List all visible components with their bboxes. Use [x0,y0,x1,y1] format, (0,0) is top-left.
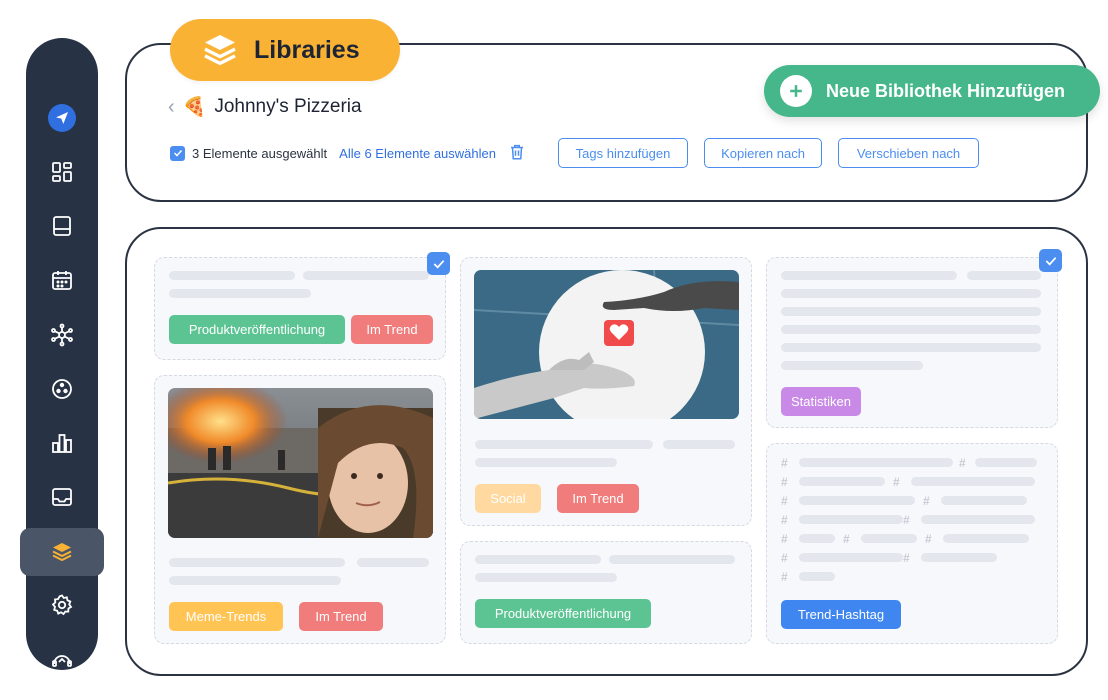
chevron-left-icon[interactable]: ‹ [168,96,175,119]
engage-icon[interactable] [26,369,98,409]
library-item-card[interactable]: Meme-Trends Im Trend [154,375,446,644]
move-to-button[interactable]: Verschieben nach [838,138,979,168]
add-library-button[interactable]: Neue Bibliothek Hinzufügen [764,65,1100,117]
settings-icon[interactable] [26,585,98,625]
meme-image [168,388,433,538]
library-name: Johnny's Pizzeria [214,96,362,117]
analytics-icon[interactable] [26,423,98,463]
libraries-title-pill: Libraries [170,19,400,81]
libraries-icon[interactable] [20,528,104,576]
tag-meme-trends: Meme-Trends [169,602,283,631]
tag-product-release: Produktveröffentlichung [475,599,651,628]
tag-product-release: Produktveröffentlichung [169,315,345,344]
tag-statistics: Statistiken [781,387,861,416]
network-icon[interactable] [26,315,98,355]
copy-to-button[interactable]: Kopieren nach [704,138,822,168]
item-selected-checkbox[interactable] [427,252,450,275]
add-tags-button[interactable]: Tags hinzufügen [558,138,688,168]
select-checkbox[interactable] [170,145,185,161]
calendar-icon[interactable] [26,260,98,300]
sidebar [20,38,104,670]
tag-trending: Im Trend [351,315,433,344]
dashboard-icon[interactable] [26,152,98,192]
library-item-card[interactable]: Produktveröffentlichung [460,541,752,644]
item-selected-checkbox[interactable] [1039,249,1062,272]
selection-count: 3 Elemente ausgewählt [192,145,328,161]
tag-social: Social [475,484,541,513]
tag-trend-hashtag: Trend-Hashtag [781,600,901,629]
selection-toolbar: 3 Elemente ausgewählt Alle 6 Elemente au… [170,138,526,168]
tag-trending: Im Trend [557,484,639,513]
libraries-title: Libraries [254,35,360,64]
select-all-link[interactable]: Alle 6 Elemente auswählen [339,146,496,161]
trash-icon[interactable] [508,143,526,164]
posts-icon[interactable] [26,206,98,246]
plus-icon [780,75,812,107]
library-item-card[interactable]: Statistiken [766,257,1058,428]
layers-icon [204,35,236,66]
send-icon[interactable] [26,98,98,138]
library-item-card[interactable]: Social Im Trend [460,257,752,526]
inbox-icon[interactable] [26,477,98,517]
support-icon[interactable] [26,639,98,679]
library-item-card[interactable]: # # # # # # # # # # # # # # Trend-Hashta… [766,443,1058,644]
library-item-card[interactable]: Produktveröffentlichung Im Trend [154,257,446,360]
hands-heart-image [474,270,739,419]
breadcrumb: ‹ 🍕 Johnny's Pizzeria [168,95,362,119]
pizza-emoji: 🍕 [182,97,207,118]
tag-trending: Im Trend [299,602,383,631]
add-library-label: Neue Bibliothek Hinzufügen [826,80,1066,101]
